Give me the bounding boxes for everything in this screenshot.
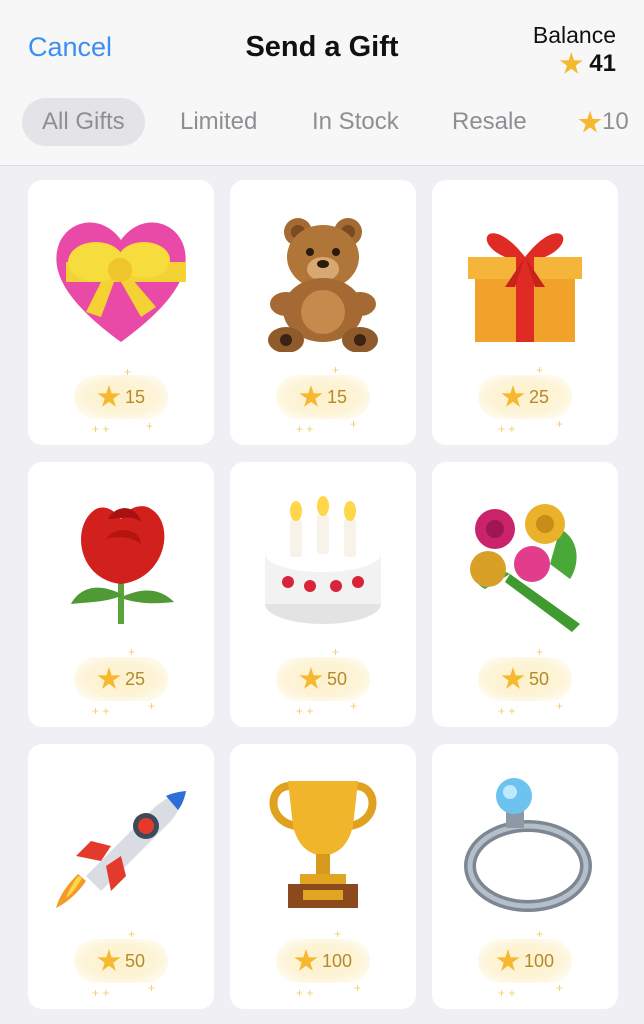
tab-price-label: 10 [602, 108, 629, 135]
price-badge: 100 [478, 939, 572, 983]
star-icon [299, 385, 323, 407]
gift-card-heart[interactable]: 15 + + + + [28, 180, 214, 445]
gift-card-bouquet[interactable]: 50 + + + + [432, 462, 618, 727]
tab-all-gifts[interactable]: All Gifts [22, 98, 145, 146]
price-value: 25 [124, 668, 146, 689]
rocket-icon [56, 791, 186, 908]
heart-with-ribbon-icon [56, 222, 186, 342]
balance-amount: 41 [589, 50, 616, 77]
birthday-cake-icon [265, 496, 381, 624]
tab-resale[interactable]: Resale [432, 98, 547, 146]
gift-card-cake[interactable]: 50 + + + + [230, 462, 416, 727]
gift-card-rocket[interactable]: 50 + + + + [28, 744, 214, 1009]
star-icon [559, 52, 583, 74]
price-value: 15 [326, 386, 348, 407]
star-icon [97, 385, 121, 407]
star-icon [299, 667, 323, 689]
price-value: 50 [124, 950, 146, 971]
price-badge: 15 [74, 375, 168, 419]
gift-card-rose[interactable]: 25 + + + + [28, 462, 214, 727]
price-badge: 15 [276, 375, 370, 419]
gift-box-icon [468, 233, 582, 342]
price-value: 50 [326, 668, 348, 689]
bouquet-icon [470, 504, 580, 632]
gift-card-trophy[interactable]: 100 + + + + [230, 744, 416, 1009]
star-icon [97, 949, 121, 971]
price-value: 100 [523, 950, 555, 971]
filter-tabs: All Gifts Limited In Stock Resale 10 [0, 96, 644, 148]
price-badge: 100 [276, 939, 370, 983]
gift-card-gift-box[interactable]: 25 + + + + [432, 180, 618, 445]
star-icon [294, 949, 318, 971]
tab-price-10[interactable]: 10 [558, 98, 639, 146]
price-value: 100 [321, 950, 353, 971]
gift-card-teddy[interactable]: 15 + + + + [230, 180, 416, 445]
star-icon [578, 110, 602, 133]
price-badge: 50 [478, 657, 572, 701]
price-badge: 50 [276, 657, 370, 701]
price-value: 15 [124, 386, 146, 407]
price-value: 25 [528, 386, 550, 407]
star-icon [97, 667, 121, 689]
tab-in-stock[interactable]: In Stock [292, 98, 419, 146]
teddy-bear-icon [268, 218, 378, 352]
star-icon [501, 667, 525, 689]
star-icon [501, 385, 525, 407]
trophy-icon [269, 781, 377, 908]
price-badge: 25 [74, 657, 168, 701]
tab-limited[interactable]: Limited [160, 98, 277, 146]
balance-value: 41 [559, 50, 616, 78]
balance-label: Balance [532, 22, 616, 48]
price-value: 50 [528, 668, 550, 689]
star-icon [496, 949, 520, 971]
price-badge: 25 [478, 375, 572, 419]
ring-icon [464, 778, 592, 912]
rose-icon [71, 506, 174, 624]
price-badge: 50 [74, 939, 168, 983]
gift-card-ring[interactable]: 100 + + + + [432, 744, 618, 1009]
header: Cancel Send a Gift Balance 41 All Gifts … [0, 0, 644, 166]
